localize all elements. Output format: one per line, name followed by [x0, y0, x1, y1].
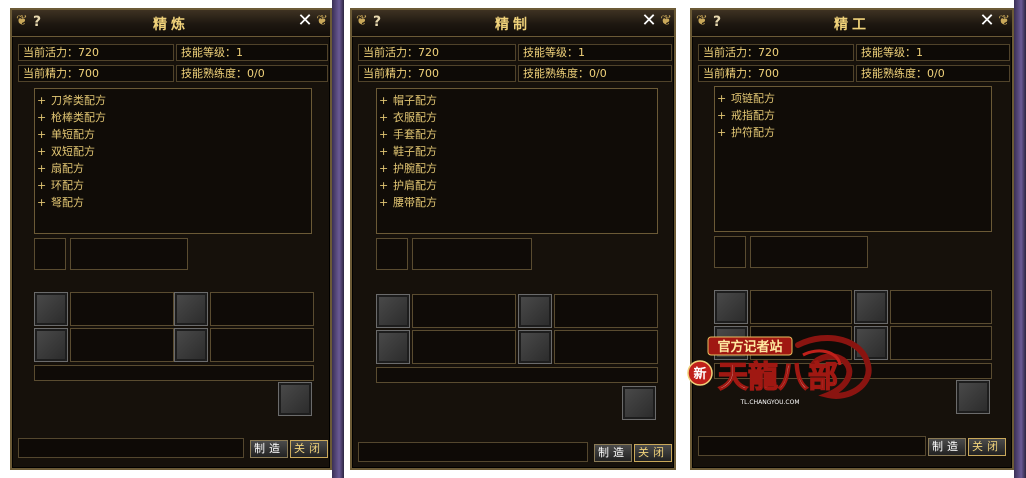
close-button[interactable]: 关闭	[634, 444, 672, 462]
energy-label: 当前精力：700	[358, 65, 516, 82]
product-icon-slot[interactable]	[714, 236, 746, 268]
close-button[interactable]: 关闭	[968, 438, 1006, 456]
product-name-box	[412, 238, 532, 270]
recipe-item[interactable]: + 衣服配方	[377, 109, 657, 126]
recipe-item[interactable]: + 鞋子配方	[377, 143, 657, 160]
close-icon[interactable]: ✕	[978, 11, 996, 31]
logo-banner: 官方记者站	[717, 339, 782, 355]
background-strip-right	[1014, 0, 1026, 478]
recipe-item[interactable]: + 手套配方	[377, 126, 657, 143]
material-name-box	[210, 328, 314, 362]
info-bar	[376, 367, 658, 383]
proficiency-label: 技能熟练度：0/0	[856, 65, 1010, 82]
recipe-item[interactable]: + 单短配方	[35, 126, 311, 143]
material-slot[interactable]	[714, 290, 748, 324]
recipe-item[interactable]: + 戒指配方	[715, 107, 991, 124]
result-slot[interactable]	[956, 380, 990, 414]
recipe-list[interactable]: + 项链配方 + 戒指配方 + 护符配方	[714, 86, 992, 232]
material-slot[interactable]	[518, 330, 552, 364]
material-name-box	[210, 292, 314, 326]
recipe-item[interactable]: + 枪棒类配方	[35, 109, 311, 126]
close-icon[interactable]: ✕	[296, 11, 314, 31]
recipe-item[interactable]: + 弩配方	[35, 194, 311, 211]
quantity-input[interactable]	[18, 438, 244, 458]
ornament-icon: ❦	[660, 13, 672, 29]
ornament-icon: ❦	[316, 13, 328, 29]
ornament-icon: ❦	[998, 13, 1010, 29]
material-slot[interactable]	[34, 328, 68, 362]
product-name-box	[70, 238, 188, 270]
close-icon[interactable]: ✕	[640, 11, 658, 31]
recipe-item[interactable]: + 护腕配方	[377, 160, 657, 177]
title-bar[interactable]: ❦ ? 精炼 ✕ ❦	[12, 10, 330, 37]
energy-label: 当前精力：700	[698, 65, 854, 82]
title-bar[interactable]: ❦ ? 精制 ✕ ❦	[352, 10, 674, 37]
recipe-item[interactable]: + 扇配方	[35, 160, 311, 177]
energy-label: 当前精力：700	[18, 65, 174, 82]
recipe-item[interactable]: + 刀斧类配方	[35, 92, 311, 109]
make-button[interactable]: 制造	[928, 438, 966, 456]
material-slot[interactable]	[174, 328, 208, 362]
recipe-item[interactable]: + 双短配方	[35, 143, 311, 160]
recipe-item[interactable]: + 护符配方	[715, 124, 991, 141]
skill-level-label: 技能等级：1	[518, 44, 672, 61]
make-button[interactable]: 制造	[594, 444, 632, 462]
product-icon-slot[interactable]	[34, 238, 66, 270]
logo-art: 官方记者站 新 天龍八部 TL.CHANGYOU.COM	[687, 334, 872, 406]
quantity-input[interactable]	[698, 436, 926, 456]
background-strip-left	[332, 0, 344, 478]
recipe-item[interactable]: + 环配方	[35, 177, 311, 194]
recipe-list[interactable]: + 刀斧类配方 + 枪棒类配方 + 单短配方 + 双短配方 + 扇配方 + 环配方 + 弩配方	[34, 88, 312, 234]
material-name-box	[890, 290, 992, 324]
vitality-label: 当前活力：720	[18, 44, 174, 61]
material-slot[interactable]	[174, 292, 208, 326]
logo-title: 天龍八部	[718, 360, 838, 395]
material-name-box	[70, 292, 174, 326]
logo-url: TL.CHANGYOU.COM	[739, 399, 799, 406]
quantity-input[interactable]	[358, 442, 588, 462]
material-slot[interactable]	[854, 290, 888, 324]
result-slot[interactable]	[278, 382, 312, 416]
game-logo: 官方记者站 新 天龍八部 TL.CHANGYOU.COM	[678, 325, 878, 415]
make-button[interactable]: 制造	[250, 440, 288, 458]
material-slot[interactable]	[376, 294, 410, 328]
material-name-box	[70, 328, 174, 362]
close-button[interactable]: 关闭	[290, 440, 328, 458]
panel-title: 精制	[495, 17, 531, 33]
material-name-box	[554, 330, 658, 364]
logo-badge: 新	[693, 366, 706, 382]
info-bar	[34, 365, 314, 381]
title-bar[interactable]: ❦ ? 精工 ✕ ❦	[692, 10, 1012, 37]
material-name-box	[890, 326, 992, 360]
material-slot[interactable]	[376, 330, 410, 364]
proficiency-label: 技能熟练度：0/0	[176, 65, 328, 82]
panel-title: 精炼	[153, 17, 189, 33]
recipe-item[interactable]: + 护肩配方	[377, 177, 657, 194]
material-slot[interactable]	[34, 292, 68, 326]
material-name-box	[412, 294, 516, 328]
material-name-box	[412, 330, 516, 364]
material-name-box	[554, 294, 658, 328]
skill-level-label: 技能等级：1	[856, 44, 1010, 61]
recipe-item[interactable]: + 项链配方	[715, 90, 991, 107]
recipe-item[interactable]: + 帽子配方	[377, 92, 657, 109]
result-slot[interactable]	[622, 386, 656, 420]
recipe-item[interactable]: + 腰带配方	[377, 194, 657, 211]
product-name-box	[750, 236, 868, 268]
proficiency-label: 技能熟练度：0/0	[518, 65, 672, 82]
vitality-label: 当前活力：720	[358, 44, 516, 61]
material-name-box	[750, 290, 852, 324]
craft-panel: ❦ ? 精制 ✕ ❦ 当前活力：720 技能等级：1 当前精力：700 技能熟练…	[350, 8, 676, 470]
refine-panel: ❦ ? 精炼 ✕ ❦ 当前活力：720 技能等级：1 当前精力：700 技能熟练…	[10, 8, 332, 470]
material-slot[interactable]	[518, 294, 552, 328]
product-icon-slot[interactable]	[376, 238, 408, 270]
recipe-list[interactable]: + 帽子配方 + 衣服配方 + 手套配方 + 鞋子配方 + 护腕配方 + 护肩配方 + 腰带配…	[376, 88, 658, 234]
panel-title: 精工	[834, 17, 870, 33]
vitality-label: 当前活力：720	[698, 44, 854, 61]
skill-level-label: 技能等级：1	[176, 44, 328, 61]
